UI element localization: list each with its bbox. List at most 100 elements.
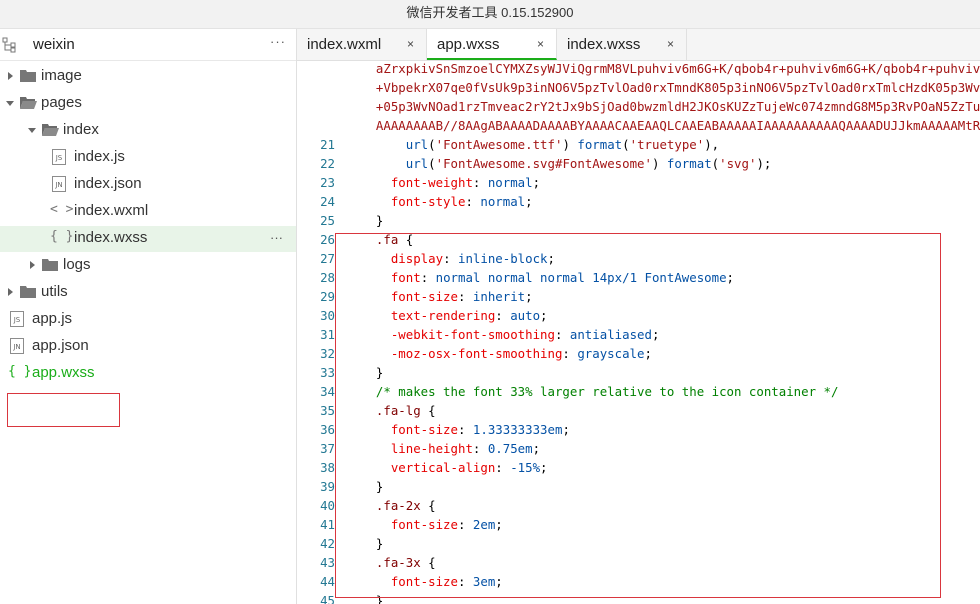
code-line: 24 font-style: normal; — [297, 192, 980, 211]
line-number: 23 — [320, 175, 335, 190]
tab-label: index.wxml — [307, 36, 382, 53]
tab-label: index.wxss — [567, 36, 641, 53]
line-number: 39 — [320, 479, 335, 494]
chevron-right-icon[interactable] — [6, 287, 14, 297]
tree-item-label: image — [41, 67, 82, 84]
annotation-box-app-wxss — [7, 393, 120, 427]
code-text: } — [361, 213, 384, 228]
code-text: url('FontAwesome.svg#FontAwesome') forma… — [405, 156, 772, 171]
tree-item-label: app.wxss — [32, 364, 95, 381]
tab-index-wxml[interactable]: index.wxml × — [297, 29, 427, 60]
js-file-icon: JS — [10, 311, 24, 327]
code-text: font-weight: normal; — [390, 175, 541, 190]
line-number: 33 — [320, 365, 335, 380]
chevron-right-icon[interactable] — [28, 260, 36, 270]
line-number: 42 — [320, 536, 335, 551]
wxss-file-icon: { } — [8, 364, 32, 379]
json-file-icon: JN — [52, 176, 66, 192]
folder-icon — [20, 97, 37, 109]
tree-item-index-json[interactable]: JN index.json — [0, 172, 296, 198]
code-line: 22 url('FontAwesome.svg#FontAwesome') fo… — [297, 154, 980, 173]
line-number: 45 — [320, 593, 335, 604]
tree-item-label: app.js — [32, 310, 73, 327]
code-text: +VbpekrX07qe0fVsUk9p3inNO6V5pzTvlOad0rxT… — [361, 80, 980, 95]
chevron-down-icon[interactable] — [6, 98, 14, 108]
code-line: +05p3WvNOad1rzTmveac2rY2tJx9bSjOad0bwzml… — [297, 97, 980, 116]
line-number: 36 — [320, 422, 335, 437]
code-line: 21 url('FontAwesome.ttf') format('truety… — [297, 135, 980, 154]
code-text: url('FontAwesome.ttf') format('truetype'… — [405, 137, 720, 152]
tree-item-app-json[interactable]: JN app.json — [0, 334, 296, 360]
chevron-down-icon[interactable] — [28, 125, 36, 135]
tree-item-image[interactable]: image — [0, 64, 296, 90]
chevron-right-icon[interactable] — [6, 71, 14, 81]
tree-item-label: app.json — [32, 337, 89, 354]
code-line: AAAAAAAAB//8AAgABAAAADAAAABYAAAACAAEAAQL… — [297, 116, 980, 135]
tree-item-label: index.wxml — [74, 202, 149, 219]
line-number: 37 — [320, 441, 335, 456]
tree-item-index-wxml[interactable]: < > index.wxml — [0, 199, 296, 225]
tree-item-pages[interactable]: pages — [0, 91, 296, 117]
line-number: 29 — [320, 289, 335, 304]
wxss-file-icon: { } — [50, 229, 74, 244]
line-number: 22 — [320, 156, 335, 171]
code-line: 23 font-weight: normal; — [297, 173, 980, 192]
line-number: 35 — [320, 403, 335, 418]
line-number: 43 — [320, 555, 335, 570]
json-file-icon: JN — [10, 338, 24, 354]
code-line: 25 } — [297, 211, 980, 230]
tree-item-label: utils — [41, 283, 68, 300]
more-options-icon[interactable]: ··· — [270, 34, 286, 49]
line-number: 38 — [320, 460, 335, 475]
code-line: aZrxpkivSnSmzoelCYMXZsyWJViQgrmM8VLpuhvi… — [297, 61, 980, 78]
js-file-icon: JS — [52, 149, 66, 165]
tab-label: app.wxss — [437, 36, 500, 53]
tree-item-index-wxss[interactable]: { } index.wxss ··· — [0, 226, 296, 252]
window-title: 微信开发者工具 0.15.152900 — [0, 0, 980, 29]
annotation-box-code — [335, 233, 941, 598]
code-text: +05p3WvNOad1rzTmveac2rY2tJx9bSjOad0bwzml… — [361, 99, 980, 114]
line-number: 25 — [320, 213, 335, 228]
tree-item-index-js[interactable]: JS index.js — [0, 145, 296, 171]
tree-item-logs[interactable]: logs — [0, 253, 296, 279]
line-number: 28 — [320, 270, 335, 285]
line-number: 24 — [320, 194, 335, 209]
project-name: weixin — [33, 36, 75, 53]
line-number: 32 — [320, 346, 335, 361]
file-explorer: weixin ··· image pages index JS index.js JN in… — [0, 29, 297, 604]
tree-item-label: index.js — [74, 148, 125, 165]
code-text: aZrxpkivSnSmzoelCYMXZsyWJViQgrmM8VLpuhvi… — [361, 61, 980, 76]
tree-item-utils[interactable]: utils — [0, 280, 296, 306]
more-options-icon[interactable]: ··· — [270, 230, 283, 245]
tree-item-index[interactable]: index — [0, 118, 296, 144]
line-number: 30 — [320, 308, 335, 323]
close-icon[interactable]: × — [407, 37, 414, 51]
folder-icon — [42, 259, 58, 271]
line-number: 31 — [320, 327, 335, 342]
line-number: 34 — [320, 384, 335, 399]
tree-item-label: index.wxss — [74, 229, 148, 246]
tab-index-wxss[interactable]: index.wxss × — [557, 29, 687, 60]
tree-item-label: logs — [63, 256, 91, 273]
tree-item-label: index — [63, 121, 99, 138]
tree-item-app-js[interactable]: JS app.js — [0, 307, 296, 333]
file-tree-icon[interactable] — [2, 37, 18, 53]
close-icon[interactable]: × — [667, 37, 674, 51]
tree-item-label: index.json — [74, 175, 142, 192]
folder-icon — [20, 70, 36, 82]
code-text: font-style: normal; — [390, 194, 533, 209]
line-number: 40 — [320, 498, 335, 513]
folder-icon — [20, 286, 36, 298]
line-number: 27 — [320, 251, 335, 266]
tree-item-app-wxss[interactable]: { } app.wxss — [0, 361, 296, 387]
project-header: weixin ··· — [0, 29, 296, 61]
folder-icon — [42, 124, 59, 136]
editor-tabs: index.wxml × app.wxss × index.wxss × — [297, 29, 980, 61]
line-number: 44 — [320, 574, 335, 589]
close-icon[interactable]: × — [537, 37, 544, 51]
line-number: 41 — [320, 517, 335, 532]
line-number: 21 — [320, 137, 335, 152]
tab-app-wxss[interactable]: app.wxss × — [427, 29, 557, 60]
line-number: 26 — [320, 232, 335, 247]
code-line: +VbpekrX07qe0fVsUk9p3inNO6V5pzTvlOad0rxT… — [297, 78, 980, 97]
